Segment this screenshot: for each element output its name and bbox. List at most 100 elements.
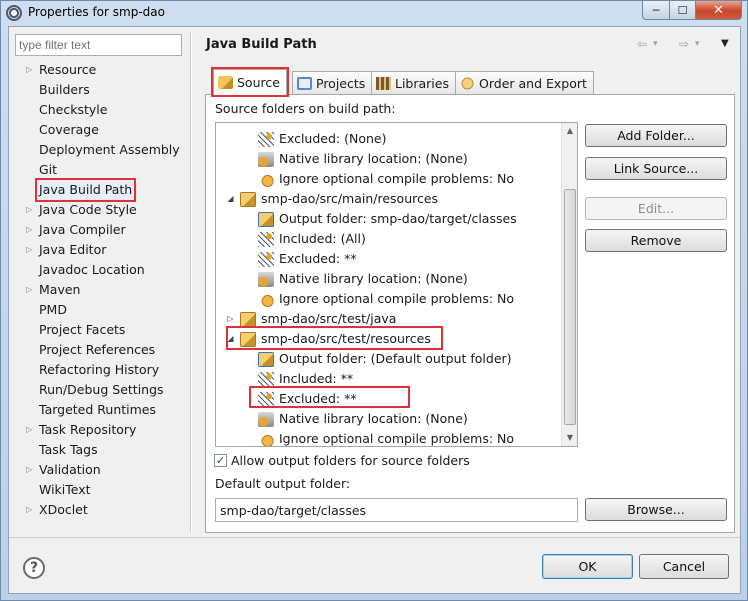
expand-arrow-icon[interactable]: ▷ xyxy=(26,280,34,300)
scrollbar-thumb[interactable] xyxy=(564,189,576,425)
expand-arrow-icon[interactable]: ▷ xyxy=(26,500,34,520)
tree-attribute-row[interactable]: Native library location: (None) xyxy=(258,149,468,169)
close-button[interactable]: ✕ xyxy=(695,1,742,20)
expand-arrow-icon[interactable]: ▷ xyxy=(26,240,34,260)
back-menu-icon[interactable]: ▾ xyxy=(653,39,658,49)
filter-icon xyxy=(258,251,274,267)
back-arrow-icon[interactable]: ⇦ xyxy=(637,37,647,51)
nav-item-project-references[interactable]: Project References xyxy=(39,340,155,360)
forward-arrow-icon[interactable]: ⇨ xyxy=(679,37,689,51)
nav-item-git[interactable]: Git xyxy=(39,160,57,180)
nav-item-builders[interactable]: Builders xyxy=(39,80,90,100)
edit-button[interactable]: Edit... xyxy=(585,197,727,220)
tree-attribute-row[interactable]: Included: (All) xyxy=(258,229,366,249)
default-output-folder-label: Default output folder: xyxy=(215,476,351,491)
add-folder-button[interactable]: Add Folder... xyxy=(585,124,727,147)
view-menu-icon[interactable]: ▼ xyxy=(721,38,729,49)
tree-attribute-row[interactable]: Ignore optional compile problems: No xyxy=(258,429,515,446)
tree-row-label: Ignore optional compile problems: No xyxy=(279,171,515,186)
tree-attribute-row[interactable]: Output folder: (Default output folder) xyxy=(258,349,512,369)
tree-expander-icon[interactable]: ◢ xyxy=(226,189,235,209)
tree-row-label: Native library location: (None) xyxy=(279,271,468,286)
maximize-button[interactable]: ☐ xyxy=(669,1,696,20)
tab-order-and-export[interactable]: Order and Export xyxy=(455,71,594,94)
help-icon[interactable]: ? xyxy=(23,557,45,579)
tree-scrollbar[interactable]: ▲ ▼ xyxy=(561,123,577,446)
output-folder-icon xyxy=(258,211,274,227)
nav-item-maven[interactable]: Maven xyxy=(39,280,80,300)
nav-item-coverage[interactable]: Coverage xyxy=(39,120,99,140)
ignore-problems-icon xyxy=(258,431,274,446)
tree-row-label: Excluded: ** xyxy=(279,251,357,266)
title-bar[interactable]: Properties for smp-dao ─ ☐ ✕ xyxy=(1,1,747,25)
tab-source[interactable]: Source xyxy=(211,67,289,97)
tree-attribute-row[interactable]: Excluded: ** xyxy=(258,249,357,269)
tree-attribute-row[interactable]: Ignore optional compile problems: No xyxy=(258,289,514,309)
link-source-button[interactable]: Link Source... xyxy=(585,157,727,180)
source-folder-icon xyxy=(218,76,233,89)
properties-window: Properties for smp-dao ─ ☐ ✕ ▷ResourceBu… xyxy=(0,0,748,601)
forward-menu-icon[interactable]: ▾ xyxy=(695,39,700,49)
allow-output-folders-label: Allow output folders for source folders xyxy=(231,453,470,468)
tab-label: Source xyxy=(237,75,280,90)
source-folder-icon xyxy=(240,311,256,327)
cancel-button[interactable]: Cancel xyxy=(639,554,729,579)
source-folders-label: Source folders on build path: xyxy=(215,101,396,116)
nav-item-java-build-path[interactable]: Java Build Path xyxy=(34,178,137,202)
nav-item-java-code-style[interactable]: Java Code Style xyxy=(39,200,137,220)
tree-attribute-row[interactable]: Native library location: (None) xyxy=(258,269,468,289)
nav-item-task-tags[interactable]: Task Tags xyxy=(39,440,98,460)
nav-item-java-compiler[interactable]: Java Compiler xyxy=(39,220,126,240)
nav-item-targeted-runtimes[interactable]: Targeted Runtimes xyxy=(39,400,156,420)
tab-label: Libraries xyxy=(395,75,449,91)
tree-attribute-row[interactable]: Native library location: (None) xyxy=(258,409,468,429)
tree-row-label: Excluded: (None) xyxy=(279,131,387,146)
source-folders-tree[interactable]: Excluded: (None) Native library location:… xyxy=(215,122,578,447)
filter-icon xyxy=(258,131,274,147)
browse-button[interactable]: Browse... xyxy=(585,498,727,521)
nav-item-checkstyle[interactable]: Checkstyle xyxy=(39,100,107,120)
source-folder-icon xyxy=(240,191,256,207)
expand-arrow-icon[interactable]: ▷ xyxy=(26,60,34,80)
tree-row-label: Ignore optional compile problems: No xyxy=(279,431,515,446)
allow-output-folders-checkbox[interactable]: ✓ xyxy=(214,454,227,467)
ok-button[interactable]: OK xyxy=(542,554,633,579)
scroll-down-icon[interactable]: ▼ xyxy=(562,430,578,446)
expand-arrow-icon[interactable]: ▷ xyxy=(26,200,34,220)
nav-item-task-repository[interactable]: Task Repository xyxy=(39,420,136,440)
window-title: Properties for smp-dao xyxy=(28,5,165,19)
nav-item-run-debug-settings[interactable]: Run/Debug Settings xyxy=(39,380,164,400)
remove-button[interactable]: Remove xyxy=(585,229,727,252)
expand-arrow-icon[interactable]: ▷ xyxy=(26,420,34,440)
tree-attribute-row[interactable]: Output folder: smp-dao/target/classes xyxy=(258,209,517,229)
tree-row-label: Native library location: (None) xyxy=(279,151,468,166)
tree-attribute-row[interactable]: Excluded: (None) xyxy=(258,129,386,149)
filter-icon xyxy=(258,231,274,247)
allow-output-folders-option[interactable]: ✓ Allow output folders for source folder… xyxy=(214,453,470,468)
tree-row-label: Output folder: (Default output folder) xyxy=(279,351,512,366)
expand-arrow-icon[interactable]: ▷ xyxy=(26,220,34,240)
tree-attribute-row[interactable]: Ignore optional compile problems: No xyxy=(258,169,514,189)
scroll-up-icon[interactable]: ▲ xyxy=(562,123,578,139)
tab-libraries[interactable]: Libraries xyxy=(371,71,456,94)
filter-input[interactable] xyxy=(15,34,182,56)
page-nav-tools: ⇦ ▾ ⇨ ▾ ▼ xyxy=(637,37,735,53)
nav-item-refactoring-history[interactable]: Refactoring History xyxy=(39,360,159,380)
minimize-button[interactable]: ─ xyxy=(642,1,670,20)
nav-item-java-editor[interactable]: Java Editor xyxy=(39,240,106,260)
nav-item-javadoc-location[interactable]: Javadoc Location xyxy=(39,260,145,280)
expand-arrow-icon[interactable]: ▷ xyxy=(26,460,34,480)
nav-item-xdoclet[interactable]: XDoclet xyxy=(39,500,88,520)
nav-item-wikitext[interactable]: WikiText xyxy=(39,480,91,500)
nav-item-deployment-assembly[interactable]: Deployment Assembly xyxy=(39,140,180,160)
default-output-folder-field[interactable]: smp-dao/target/classes xyxy=(215,498,578,522)
dialog-client-area: ▷ResourceBuildersCheckstyleCoverageDeplo… xyxy=(8,26,741,594)
nav-item-validation[interactable]: Validation xyxy=(39,460,101,480)
source-folder-row[interactable]: ◢ smp-dao/src/main/resources xyxy=(226,189,438,209)
nav-item-pmd[interactable]: PMD xyxy=(39,300,67,320)
nav-item-resource[interactable]: Resource xyxy=(39,60,96,80)
nav-divider[interactable] xyxy=(190,33,192,533)
nav-item-project-facets[interactable]: Project Facets xyxy=(39,320,125,340)
tab-projects[interactable]: Projects xyxy=(292,71,373,94)
ignore-problems-icon xyxy=(258,291,274,307)
